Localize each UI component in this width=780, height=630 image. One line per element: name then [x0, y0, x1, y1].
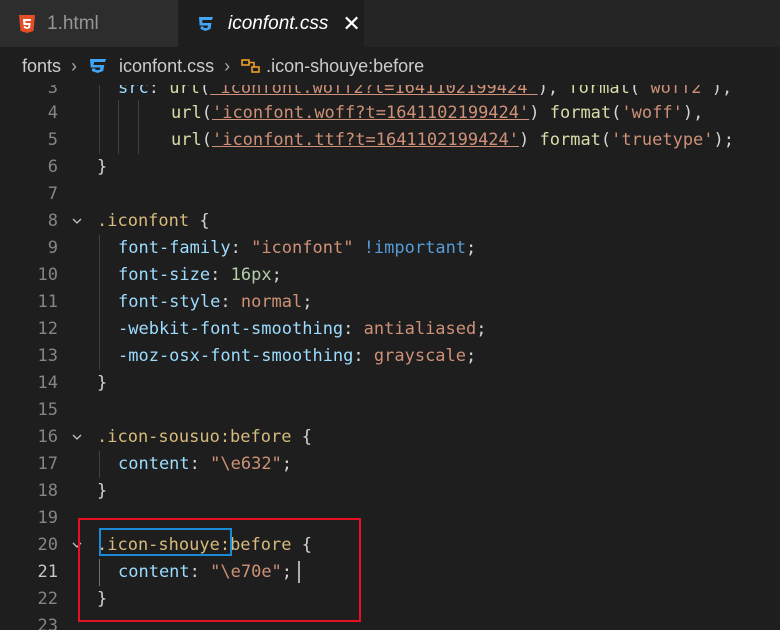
code-text: } — [97, 373, 108, 393]
code-text: } — [97, 157, 108, 177]
code-text: font-family: "iconfont" !important; — [118, 238, 477, 258]
code-text: -webkit-font-smoothing: antialiased; — [118, 319, 487, 339]
indent-guide — [99, 451, 100, 478]
code-line: 18 } — [0, 478, 780, 505]
code-line: 15 — [0, 397, 780, 424]
line-number: 5 — [47, 130, 58, 150]
indent-guide — [99, 343, 100, 370]
line-number: 13 — [37, 346, 58, 366]
code-line: 6 } — [0, 154, 780, 181]
indent-guide — [99, 316, 100, 343]
line-number: 19 — [37, 508, 58, 528]
code-line: 11 font-style: normal; — [0, 289, 780, 316]
indent-guide — [118, 100, 119, 127]
code-line: 5 url('iconfont.ttf?t=1641102199424') fo… — [0, 127, 780, 154]
code-text: .icon-sousuo:before { — [97, 427, 312, 447]
breadcrumb-file[interactable]: iconfont.css — [87, 56, 214, 77]
close-icon[interactable]: ✕ — [342, 12, 360, 35]
indent-guide — [99, 235, 100, 262]
code-line: 9 font-family: "iconfont" !important; — [0, 235, 780, 262]
css3-icon — [199, 16, 213, 31]
line-number: 14 — [37, 373, 58, 393]
tab-1-html[interactable]: 1.html — [0, 0, 178, 47]
breadcrumb: fonts › iconfont.css › .icon-shouye:befo… — [0, 47, 780, 85]
code-text: url('iconfont.woff?t=1641102199424') for… — [171, 103, 704, 123]
line-number: 6 — [47, 157, 58, 177]
code-text: } — [97, 481, 108, 501]
line-number: 11 — [37, 292, 58, 312]
line-number: 16 — [37, 427, 58, 447]
code-text: -moz-osx-font-smoothing: grayscale; — [118, 346, 477, 366]
tab-bar: 1.html iconfont.css ✕ — [0, 0, 780, 47]
code-line: 7 — [0, 181, 780, 208]
tab-iconfont-css[interactable]: iconfont.css ✕ — [178, 0, 364, 47]
symbol-class-icon — [241, 59, 260, 73]
tab-label: 1.html — [47, 12, 99, 34]
line-number: 17 — [37, 454, 58, 474]
indent-guide — [99, 100, 100, 127]
code-text: font-style: normal; — [118, 292, 313, 312]
line-number: 18 — [37, 481, 58, 501]
line-number: 9 — [47, 238, 58, 258]
breadcrumb-symbol[interactable]: .icon-shouye:before — [240, 56, 424, 77]
indent-guide — [138, 100, 139, 127]
css3-icon — [90, 59, 107, 73]
line-number: 7 — [47, 184, 58, 204]
code-text: content: "\e632"; — [118, 454, 293, 474]
line-number: 15 — [37, 400, 58, 420]
code-text: .iconfont { — [97, 211, 210, 231]
breadcrumb-file-label: iconfont.css — [119, 55, 215, 76]
indent-guide — [99, 127, 100, 154]
chevron-down-icon[interactable] — [72, 216, 82, 226]
breadcrumb-symbol-label: .icon-shouye:before — [266, 55, 425, 76]
chevron-right-icon: › — [224, 55, 231, 76]
chevron-right-icon: › — [71, 55, 78, 76]
code-line: 8 .iconfont { — [0, 208, 780, 235]
code-editor[interactable]: 3 src: url('iconfont.woff2?t=16411021994… — [0, 85, 780, 630]
code-line: 17 content: "\e632"; — [0, 451, 780, 478]
code-line: 12 -webkit-font-smoothing: antialiased; — [0, 316, 780, 343]
tab-label: iconfont.css — [228, 12, 329, 34]
annotation-highlight-box — [78, 518, 361, 622]
code-text: font-size: 16px; — [118, 265, 282, 285]
line-number: 4 — [47, 103, 58, 123]
html5-icon — [19, 14, 35, 33]
code-line: 14 } — [0, 370, 780, 397]
line-number: 8 — [47, 211, 58, 231]
code-line: 4 url('iconfont.woff?t=1641102199424') f… — [0, 100, 780, 127]
line-number: 23 — [37, 616, 58, 630]
code-text: url('iconfont.ttf?t=1641102199424') form… — [171, 130, 735, 150]
code-line: 13 -moz-osx-font-smoothing: grayscale; — [0, 343, 780, 370]
line-number: 22 — [37, 589, 58, 609]
code-line: 16 .icon-sousuo:before { — [0, 424, 780, 451]
line-number: 21 — [37, 562, 58, 582]
indent-guide — [138, 127, 139, 154]
indent-guide — [99, 262, 100, 289]
line-number: 20 — [37, 535, 58, 555]
chevron-down-icon[interactable] — [72, 432, 82, 442]
indent-guide — [118, 127, 119, 154]
breadcrumb-folder[interactable]: fonts — [22, 56, 61, 77]
line-number: 10 — [37, 265, 58, 285]
indent-guide — [99, 289, 100, 316]
line-number: 12 — [37, 319, 58, 339]
code-line: 10 font-size: 16px; — [0, 262, 780, 289]
